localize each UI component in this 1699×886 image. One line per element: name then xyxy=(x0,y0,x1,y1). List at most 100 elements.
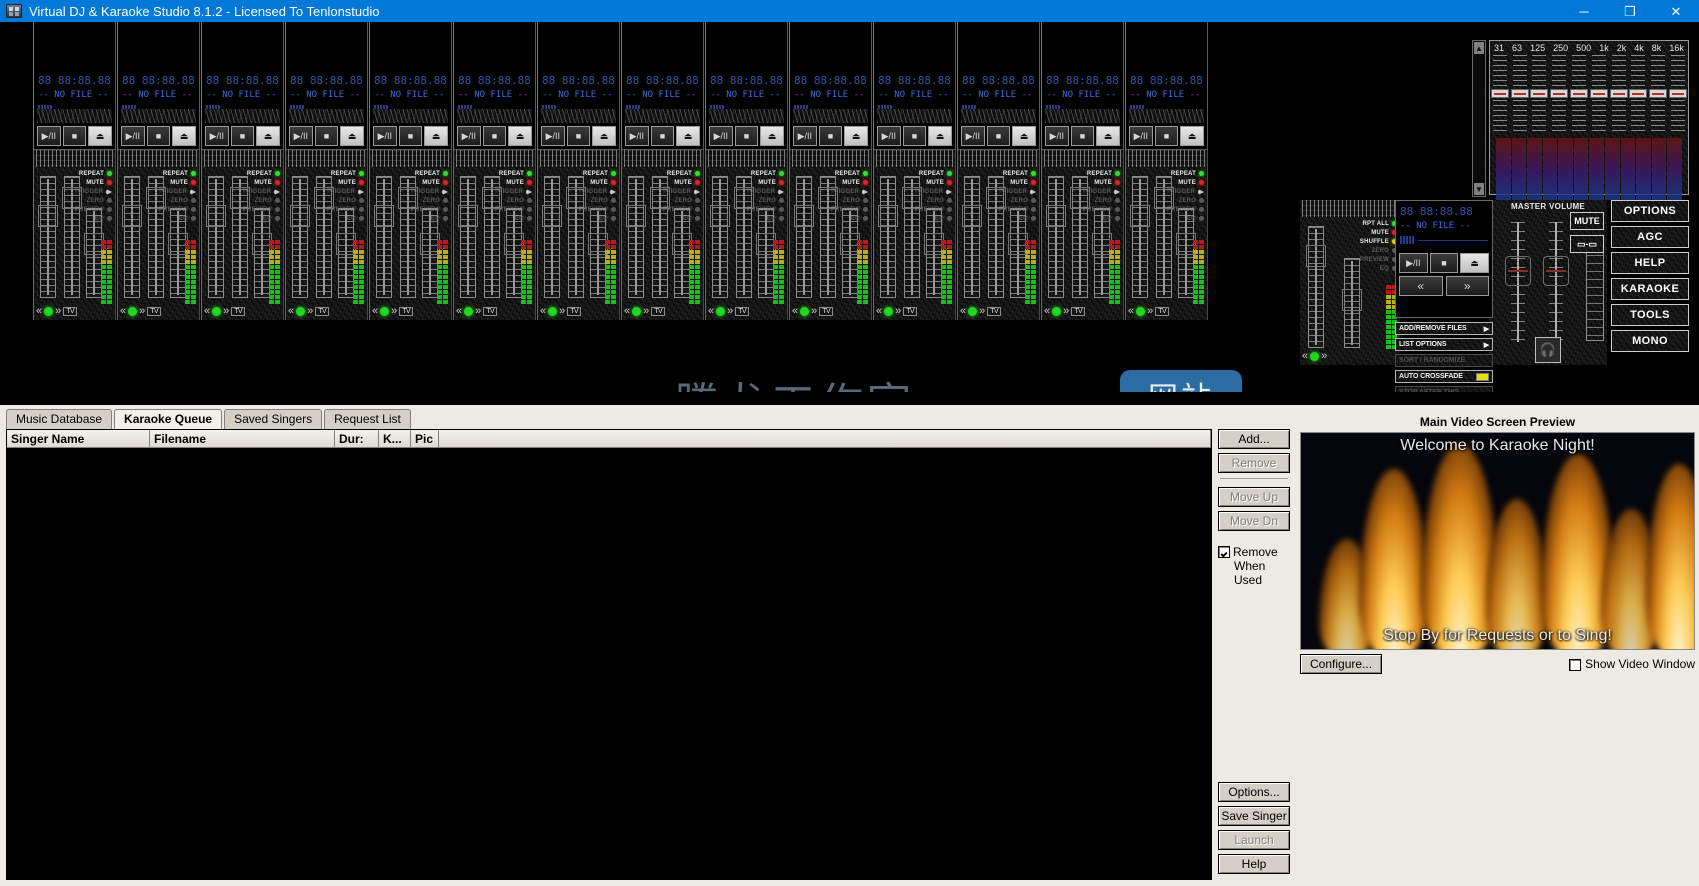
deck-tv-button-9[interactable]: TV xyxy=(735,306,750,316)
deck-waveform-4[interactable] xyxy=(289,109,364,123)
master-button-karaoke[interactable]: KARAOKE xyxy=(1611,278,1689,300)
deck-prev-icon-14[interactable]: « xyxy=(1128,305,1134,317)
master-play-button[interactable]: ▶/II xyxy=(1399,253,1428,273)
deck14-toggle-mute[interactable]: MUTE xyxy=(1142,178,1204,187)
deck-play-button-3[interactable]: ▶/II xyxy=(205,126,229,146)
deck-gain-fader-2[interactable] xyxy=(146,176,166,298)
deck-prev-icon-5[interactable]: « xyxy=(372,305,378,317)
deck-gain-fader-4[interactable] xyxy=(314,176,334,298)
deck-eject-button-13[interactable]: ⏏ xyxy=(1096,126,1121,146)
scroll-down-icon[interactable]: ▼ xyxy=(1474,183,1484,195)
deck4-toggle-eq[interactable]: EQ xyxy=(302,214,364,223)
deck-waveform-6[interactable] xyxy=(457,109,532,123)
eq-slider-500[interactable] xyxy=(1570,55,1589,135)
deck-waveform-13[interactable] xyxy=(1045,109,1120,123)
deck-gain-fader-14[interactable] xyxy=(1154,176,1174,298)
deck-pitch-fader-11[interactable] xyxy=(878,176,898,298)
deck8-toggle-mute[interactable]: MUTE xyxy=(638,178,700,187)
deck6-toggle-mute[interactable]: MUTE xyxy=(470,178,532,187)
deck14-toggle-eq[interactable]: EQ xyxy=(1142,214,1204,223)
deck-gain-fader-8[interactable] xyxy=(650,176,670,298)
deck-waveform-5[interactable] xyxy=(373,109,448,123)
grid-column-k-[interactable]: K... xyxy=(379,430,411,448)
deck7-toggle-eq[interactable]: EQ xyxy=(554,214,616,223)
deck-eject-button-5[interactable]: ⏏ xyxy=(424,126,449,146)
deck5-toggle-eq[interactable]: EQ xyxy=(386,214,448,223)
deck-gain-fader-10[interactable] xyxy=(818,176,838,298)
minimize-button[interactable]: ─ xyxy=(1561,0,1607,22)
eq-slider-16k[interactable] xyxy=(1669,55,1688,135)
deck-play-button-10[interactable]: ▶/II xyxy=(793,126,817,146)
deck10-toggle-mute[interactable]: MUTE xyxy=(806,178,868,187)
deck-volume-fader-13[interactable] xyxy=(1092,208,1112,298)
deck-next-icon-1[interactable]: » xyxy=(55,305,61,317)
remove-when-used-option[interactable]: Remove When Used xyxy=(1218,545,1296,587)
deck-waveform-9[interactable] xyxy=(709,109,784,123)
deck-stop-button-2[interactable]: ■ xyxy=(146,126,171,146)
eq-slider-63[interactable] xyxy=(1510,55,1529,135)
deck-tv-button-6[interactable]: TV xyxy=(483,306,498,316)
deck-next-icon-12[interactable]: » xyxy=(979,305,985,317)
deck-gain-fader-3[interactable] xyxy=(230,176,250,298)
deck-waveform-10[interactable] xyxy=(793,109,868,123)
deck-stop-button-6[interactable]: ■ xyxy=(482,126,507,146)
deck-play-button-5[interactable]: ▶/II xyxy=(373,126,397,146)
master-prev-button[interactable]: « xyxy=(1399,276,1443,296)
master-stop-button[interactable]: ■ xyxy=(1429,253,1459,273)
deck-tv-button-5[interactable]: TV xyxy=(399,306,414,316)
deck-pitch-fader-7[interactable] xyxy=(542,176,562,298)
deck-next-icon-6[interactable]: » xyxy=(475,305,481,317)
deck3-toggle-repeat[interactable]: REPEAT xyxy=(218,169,280,178)
mute-button[interactable]: MUTE xyxy=(1570,212,1604,230)
deck-gain-fader-11[interactable] xyxy=(902,176,922,298)
deck-play-button-4[interactable]: ▶/II xyxy=(289,126,313,146)
deck-volume-fader-8[interactable] xyxy=(672,208,692,298)
deck11-toggle-repeat[interactable]: REPEAT xyxy=(890,169,952,178)
deck-stop-button-7[interactable]: ■ xyxy=(566,126,591,146)
master-toggle-zero[interactable]: ZERO xyxy=(1335,246,1397,255)
deck-play-button-14[interactable]: ▶/II xyxy=(1129,126,1153,146)
deck-volume-fader-7[interactable] xyxy=(588,208,608,298)
deck-next-icon-9[interactable]: » xyxy=(727,305,733,317)
deck-pitch-fader-3[interactable] xyxy=(206,176,226,298)
deck-prev-icon-8[interactable]: « xyxy=(624,305,630,317)
deck8-toggle-repeat[interactable]: REPEAT xyxy=(638,169,700,178)
deck11-toggle-eq[interactable]: EQ xyxy=(890,214,952,223)
deck-prev-icon-4[interactable]: « xyxy=(288,305,294,317)
karaoke-queue-grid[interactable]: Singer Name Filename Dur: K... Pic xyxy=(6,429,1212,880)
deck-volume-fader-3[interactable] xyxy=(252,208,272,298)
grid-column-pic[interactable]: Pic xyxy=(411,430,439,448)
deck-next-icon-11[interactable]: » xyxy=(895,305,901,317)
deck-next-icon-14[interactable]: » xyxy=(1147,305,1153,317)
deck13-toggle-eq[interactable]: EQ xyxy=(1058,214,1120,223)
deck-stop-button-9[interactable]: ■ xyxy=(734,126,759,146)
headphone-icon[interactable]: 🎧 xyxy=(1535,337,1561,363)
tab-music-database[interactable]: Music Database xyxy=(6,409,113,429)
deck-waveform-11[interactable] xyxy=(877,109,952,123)
deck-tv-button-14[interactable]: TV xyxy=(1155,306,1170,316)
eq-slider-250[interactable] xyxy=(1550,55,1569,135)
master-button-options[interactable]: OPTIONS xyxy=(1611,200,1689,222)
deck-volume-fader-6[interactable] xyxy=(504,208,524,298)
deck2-toggle-mute[interactable]: MUTE xyxy=(134,178,196,187)
deck-eject-button-11[interactable]: ⏏ xyxy=(928,126,953,146)
deck-tv-button-3[interactable]: TV xyxy=(231,306,246,316)
deck-volume-fader-10[interactable] xyxy=(840,208,860,298)
deck12-toggle-repeat[interactable]: REPEAT xyxy=(974,169,1036,178)
deck12-toggle-eq[interactable]: EQ xyxy=(974,214,1036,223)
deck-tv-button-11[interactable]: TV xyxy=(903,306,918,316)
deck-stop-button-5[interactable]: ■ xyxy=(398,126,423,146)
deck-pitch-fader-9[interactable] xyxy=(710,176,730,298)
deck-prev-icon-3[interactable]: « xyxy=(204,305,210,317)
eq-slider-2k[interactable] xyxy=(1609,55,1628,135)
deck-pitch-fader-14[interactable] xyxy=(1130,176,1150,298)
deck-volume-fader-12[interactable] xyxy=(1008,208,1028,298)
queue-button-add[interactable]: Add... xyxy=(1218,429,1290,449)
eq-slider-1k[interactable] xyxy=(1589,55,1608,135)
deck-volume-fader-1[interactable] xyxy=(84,208,104,298)
deck-eject-button-8[interactable]: ⏏ xyxy=(676,126,701,146)
deck6-toggle-repeat[interactable]: REPEAT xyxy=(470,169,532,178)
restore-button[interactable]: ❐ xyxy=(1607,0,1653,22)
deck10-toggle-repeat[interactable]: REPEAT xyxy=(806,169,868,178)
bottom-button-help[interactable]: Help xyxy=(1218,854,1290,874)
